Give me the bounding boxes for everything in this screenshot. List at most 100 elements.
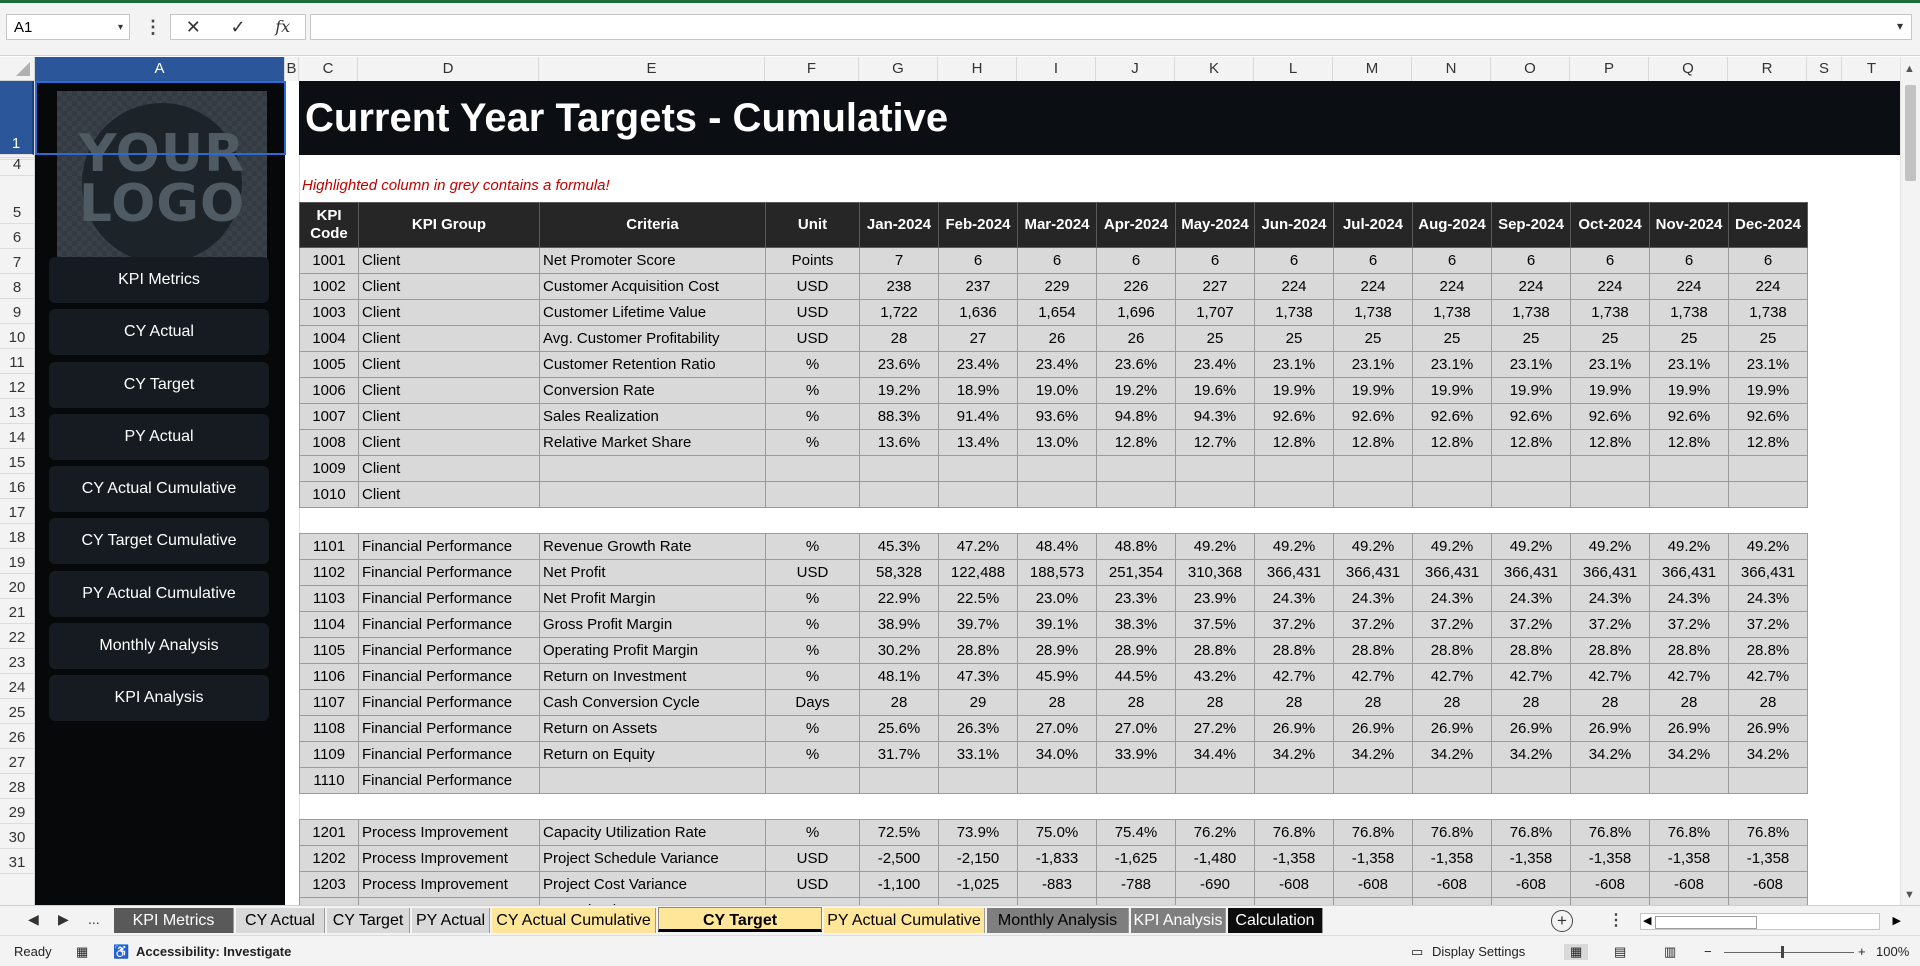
- table-cell[interactable]: [1412, 455, 1492, 482]
- cancel-icon[interactable]: ✕: [171, 15, 216, 39]
- empty-cell[interactable]: [1096, 507, 1176, 534]
- table-cell[interactable]: Project Schedule Variance: [539, 845, 766, 872]
- table-cell[interactable]: [1491, 481, 1571, 508]
- table-cell[interactable]: [765, 767, 860, 794]
- table-cell[interactable]: 19.9%: [1570, 377, 1650, 404]
- table-cell[interactable]: 23.1%: [1728, 351, 1808, 378]
- table-cell[interactable]: 28.8%: [1491, 637, 1571, 664]
- row-header-21[interactable]: 21: [0, 599, 34, 624]
- table-cell[interactable]: 12.8%: [1649, 429, 1729, 456]
- table-cell[interactable]: 42.7%: [1728, 663, 1808, 690]
- table-cell[interactable]: [1254, 481, 1334, 508]
- table-cell[interactable]: -608: [1728, 871, 1808, 898]
- row-header-8[interactable]: 8: [0, 274, 34, 299]
- table-cell[interactable]: 28.8%: [938, 637, 1018, 664]
- zoom-slider-track[interactable]: [1724, 952, 1854, 953]
- chevron-down-icon[interactable]: ▾: [118, 15, 123, 41]
- nav-button-cy-actual[interactable]: CY Actual: [49, 309, 269, 355]
- table-cell[interactable]: 1203: [299, 871, 359, 898]
- table-cell[interactable]: Financial Performance: [358, 767, 540, 794]
- table-cell[interactable]: [1728, 455, 1808, 482]
- table-cell[interactable]: 6: [1491, 247, 1571, 274]
- tab-more-icon[interactable]: ...: [88, 911, 100, 927]
- row-header-7[interactable]: 7: [0, 249, 34, 274]
- table-cell[interactable]: Earned Value: [539, 897, 766, 905]
- table-cell[interactable]: 1201: [299, 819, 359, 846]
- table-cell[interactable]: -1,358: [1570, 845, 1650, 872]
- table-cell[interactable]: 297,200: [1254, 897, 1334, 905]
- table-cell[interactable]: 27.0%: [1017, 715, 1097, 742]
- table-cell[interactable]: 37.5%: [1175, 611, 1255, 638]
- table-cell[interactable]: 297,200: [1649, 897, 1729, 905]
- row-header-13[interactable]: 13: [0, 399, 34, 424]
- table-cell[interactable]: [1017, 455, 1097, 482]
- table-cell[interactable]: 141,500: [1017, 897, 1097, 905]
- table-cell[interactable]: 42.7%: [1649, 663, 1729, 690]
- empty-cell[interactable]: [299, 793, 359, 820]
- table-cell[interactable]: 297,200: [1491, 897, 1571, 905]
- empty-cell[interactable]: [1175, 793, 1255, 820]
- table-cell[interactable]: 237: [938, 273, 1018, 300]
- table-cell[interactable]: 37.2%: [1570, 611, 1650, 638]
- table-cell[interactable]: -690: [1175, 871, 1255, 898]
- table-cell[interactable]: 1103: [299, 585, 359, 612]
- table-cell[interactable]: 23.6%: [859, 351, 939, 378]
- empty-cell[interactable]: [1728, 793, 1808, 820]
- table-cell[interactable]: 28: [1570, 689, 1650, 716]
- table-cell[interactable]: 229: [1017, 273, 1097, 300]
- table-cell[interactable]: 1,738: [1728, 299, 1808, 326]
- table-cell[interactable]: Days: [765, 689, 860, 716]
- table-cell[interactable]: 23.4%: [1175, 351, 1255, 378]
- table-cell[interactable]: Avg. Customer Profitability: [539, 325, 766, 352]
- table-cell[interactable]: [1096, 455, 1176, 482]
- column-header-h[interactable]: H: [938, 57, 1017, 81]
- table-cell[interactable]: 1,707: [1175, 299, 1255, 326]
- table-cell[interactable]: 6: [1649, 247, 1729, 274]
- table-cell[interactable]: 23.4%: [1017, 351, 1097, 378]
- table-cell[interactable]: 75.0%: [1017, 819, 1097, 846]
- table-cell[interactable]: 27.0%: [1096, 715, 1176, 742]
- table-cell[interactable]: 366,431: [1728, 559, 1808, 586]
- empty-cell[interactable]: [1412, 793, 1492, 820]
- sheet-tab-monthly-analysis[interactable]: Monthly Analysis: [987, 908, 1129, 933]
- table-cell[interactable]: 28.8%: [1175, 637, 1255, 664]
- empty-cell[interactable]: [765, 793, 860, 820]
- table-cell[interactable]: 6: [1254, 247, 1334, 274]
- table-cell[interactable]: 26.9%: [1254, 715, 1334, 742]
- table-cell[interactable]: 27.2%: [1175, 715, 1255, 742]
- table-cell[interactable]: USD: [765, 273, 860, 300]
- nav-button-py-actual[interactable]: PY Actual: [49, 414, 269, 460]
- table-cell[interactable]: USD: [765, 325, 860, 352]
- table-cell[interactable]: 224: [1333, 273, 1413, 300]
- empty-cell[interactable]: [1570, 507, 1650, 534]
- table-cell[interactable]: Net Profit Margin: [539, 585, 766, 612]
- empty-cell[interactable]: [938, 793, 1018, 820]
- empty-cell[interactable]: [1096, 793, 1176, 820]
- table-cell[interactable]: 1,738: [1649, 299, 1729, 326]
- table-cell[interactable]: 42.7%: [1254, 663, 1334, 690]
- table-cell[interactable]: 25: [1570, 325, 1650, 352]
- table-cell[interactable]: 13.0%: [1017, 429, 1097, 456]
- table-cell[interactable]: 310,368: [1175, 559, 1255, 586]
- table-cell[interactable]: -608: [1333, 871, 1413, 898]
- column-header-n[interactable]: N: [1412, 57, 1491, 81]
- table-cell[interactable]: 91.4%: [938, 403, 1018, 430]
- table-cell[interactable]: Financial Performance: [358, 663, 540, 690]
- table-cell[interactable]: 24.3%: [1649, 585, 1729, 612]
- table-cell[interactable]: 243,700: [1175, 897, 1255, 905]
- table-cell[interactable]: 1106: [299, 663, 359, 690]
- table-cell[interactable]: 26.9%: [1728, 715, 1808, 742]
- table-cell[interactable]: 92.6%: [1491, 403, 1571, 430]
- table-cell[interactable]: 23.1%: [1570, 351, 1650, 378]
- table-cell[interactable]: 366,431: [1649, 559, 1729, 586]
- table-cell[interactable]: 37.2%: [1491, 611, 1571, 638]
- table-cell[interactable]: [1570, 767, 1650, 794]
- table-cell[interactable]: 1006: [299, 377, 359, 404]
- table-cell[interactable]: 28: [1491, 689, 1571, 716]
- table-cell[interactable]: 42.7%: [1570, 663, 1650, 690]
- table-cell[interactable]: 297,200: [1333, 897, 1413, 905]
- table-cell[interactable]: [539, 481, 766, 508]
- nav-button-kpi-analysis[interactable]: KPI Analysis: [49, 675, 269, 721]
- empty-cell[interactable]: [539, 793, 766, 820]
- table-cell[interactable]: [859, 767, 939, 794]
